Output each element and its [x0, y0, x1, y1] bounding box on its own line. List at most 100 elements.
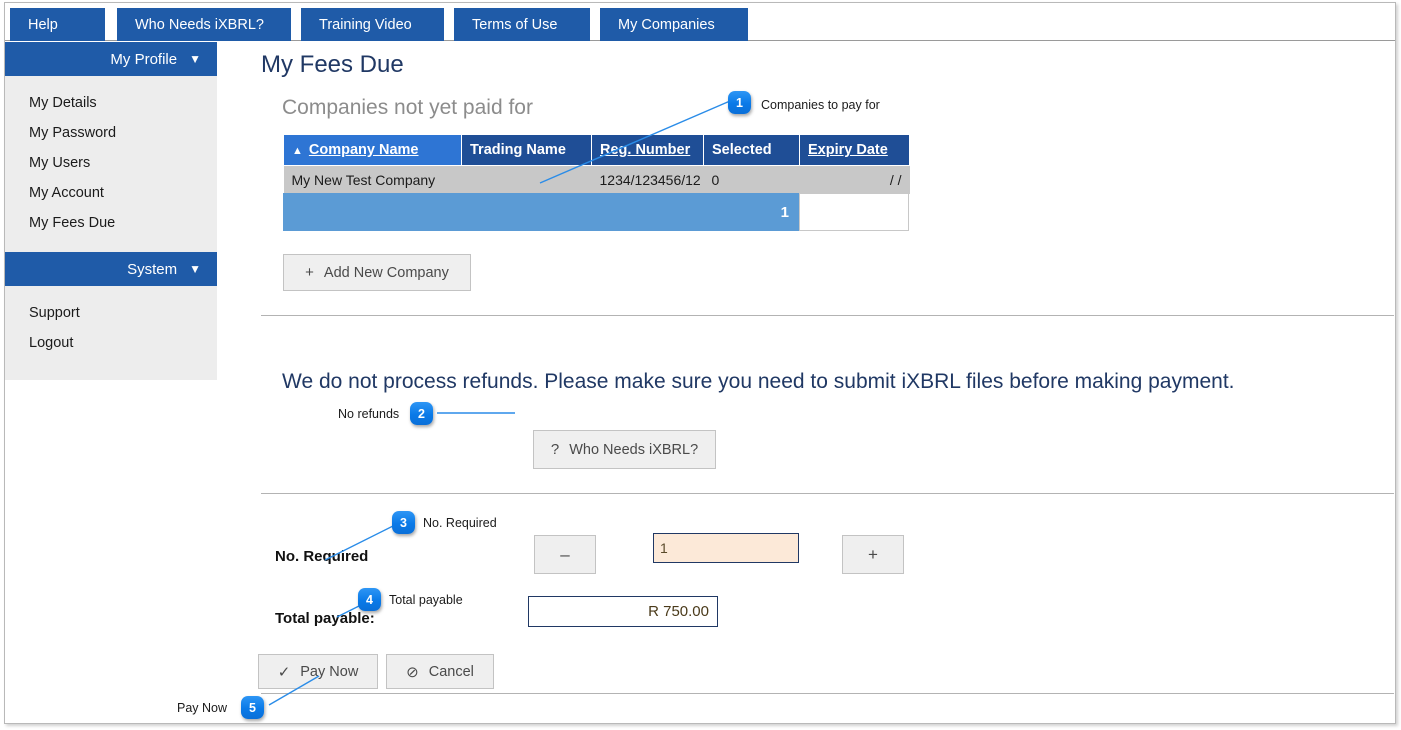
total-payable-value: R 750.00	[648, 603, 709, 620]
nav-tab-training-video[interactable]: Training Video	[301, 8, 444, 41]
sidebar-section-my-profile[interactable]: My Profile ▼	[5, 42, 217, 76]
chevron-down-icon: ▼	[189, 262, 201, 276]
table-footer-total-cell: 1	[283, 193, 799, 231]
column-header-label: Reg. Number	[600, 142, 691, 158]
cancel-label: Cancel	[428, 663, 474, 680]
callout-4-label: Total payable	[389, 593, 463, 607]
nav-tab-help[interactable]: Help	[10, 8, 105, 41]
sidebar-item-my-account[interactable]: My Account	[5, 178, 217, 208]
cell-company-name: My New Test Company	[283, 165, 462, 194]
column-header-label: Expiry Date	[808, 142, 888, 158]
column-header-trading-name[interactable]: Trading Name	[461, 134, 592, 166]
add-new-company-label: Add New Company	[323, 264, 449, 281]
cancel-button[interactable]: ⊘ Cancel	[386, 654, 494, 689]
column-header-company-name[interactable]: ▲ Company Name	[283, 134, 462, 166]
section-title: Companies not yet paid for	[282, 96, 533, 119]
companies-table: ▲ Company Name Trading Name Reg. Number S…	[283, 134, 910, 194]
pay-now-label: Pay Now	[300, 663, 359, 680]
cell-expiry-date: / /	[799, 165, 910, 194]
sidebar-item-label: Support	[29, 305, 80, 321]
callout-5-number: 5	[249, 700, 256, 715]
callout-5-badge: 5	[241, 696, 264, 719]
callout-2-label: No refunds	[338, 407, 400, 421]
main-content: My Fees Due Companies not yet paid for ▲…	[217, 42, 1395, 723]
quantity-input[interactable]: 1	[653, 533, 799, 563]
table-footer-row: 1	[283, 193, 909, 231]
nav-tab-who-needs-ixbrl[interactable]: Who Needs iXBRL?	[117, 8, 291, 41]
callout-3-badge: 3	[392, 511, 415, 534]
sidebar-group-system: Support Logout	[5, 286, 217, 380]
sidebar-item-my-password[interactable]: My Password	[5, 118, 217, 148]
sidebar-item-label: My Account	[29, 185, 104, 201]
callout-1-number: 1	[736, 95, 743, 110]
nav-tab-label: Terms of Use	[472, 16, 558, 33]
sidebar-item-label: My Password	[29, 125, 117, 141]
callout-5-label: Pay Now	[177, 701, 228, 715]
add-new-company-button[interactable]: + Add New Company	[283, 254, 471, 291]
nav-tab-my-companies[interactable]: My Companies	[600, 8, 748, 41]
top-navigation-bar: Help Who Needs iXBRL? Training Video Ter…	[5, 3, 1395, 41]
callout-3-label: No. Required	[423, 516, 497, 530]
column-header-reg-number[interactable]: Reg. Number	[591, 134, 704, 166]
cell-trading-name	[461, 165, 592, 194]
cell-selected: 0	[703, 165, 800, 194]
section-divider	[261, 315, 1394, 316]
decrement-quantity-button[interactable]: –	[534, 535, 596, 574]
sidebar: My Profile ▼ My Details My Password My U…	[5, 42, 217, 380]
nav-tab-label: Who Needs iXBRL?	[135, 16, 264, 33]
chevron-down-icon: ▼	[189, 52, 201, 66]
nav-tab-label: Training Video	[319, 16, 412, 33]
callout-1-label: Companies to pay for	[761, 98, 880, 112]
sidebar-item-label: My Users	[29, 155, 91, 171]
section-divider	[261, 693, 1394, 694]
cell-reg-number: 1234/123456/12	[591, 165, 704, 194]
nav-tab-terms-of-use[interactable]: Terms of Use	[454, 8, 590, 41]
who-needs-ixbrl-button[interactable]: ? Who Needs iXBRL?	[533, 430, 716, 469]
refund-notice: We do not process refunds. Please make s…	[282, 370, 1235, 393]
column-header-expiry-date[interactable]: Expiry Date	[799, 134, 910, 166]
column-header-label: Trading Name	[470, 142, 566, 158]
sidebar-section-label: My Profile	[110, 50, 178, 68]
sidebar-section-system[interactable]: System ▼	[5, 252, 217, 286]
callout-3-number: 3	[400, 515, 407, 530]
sidebar-item-label: Logout	[29, 335, 74, 351]
sidebar-item-label: My Details	[29, 95, 97, 111]
table-footer-empty-cell	[799, 193, 909, 231]
callout-1-badge: 1	[728, 91, 751, 114]
callout-2-number: 2	[418, 406, 425, 421]
pay-now-button[interactable]: ✓ Pay Now	[258, 654, 378, 689]
sidebar-item-label: My Fees Due	[29, 215, 116, 231]
callout-4-number: 4	[366, 592, 373, 607]
sidebar-item-my-details[interactable]: My Details	[5, 88, 217, 118]
page-title: My Fees Due	[261, 51, 404, 78]
total-payable-label: Total payable:	[275, 610, 375, 627]
sidebar-section-label: System	[127, 260, 178, 278]
who-needs-ixbrl-label: Who Needs iXBRL?	[569, 441, 699, 458]
sort-ascending-icon: ▲	[292, 145, 303, 157]
sidebar-item-my-users[interactable]: My Users	[5, 148, 217, 178]
quantity-value: 1	[660, 540, 668, 556]
nav-tab-label: My Companies	[618, 16, 715, 33]
application-window: Help Who Needs iXBRL? Training Video Ter…	[4, 2, 1396, 724]
sidebar-item-support[interactable]: Support	[5, 298, 217, 328]
column-header-selected[interactable]: Selected	[703, 134, 800, 166]
check-icon: ✓	[277, 663, 291, 681]
sidebar-group-my-profile: My Details My Password My Users My Accou…	[5, 76, 217, 252]
table-footer-total-value: 1	[780, 203, 789, 221]
plus-icon: +	[868, 544, 878, 564]
column-header-label: Selected	[712, 142, 772, 158]
callout-4-badge: 4	[358, 588, 381, 611]
table-header-row: ▲ Company Name Trading Name Reg. Number S…	[283, 134, 910, 166]
total-payable-field: R 750.00	[528, 596, 718, 627]
table-row[interactable]: My New Test Company 1234/123456/12 0 / /	[283, 165, 910, 194]
no-required-label: No. Required	[275, 548, 369, 565]
section-divider	[261, 493, 1394, 494]
increment-quantity-button[interactable]: +	[842, 535, 904, 574]
minus-icon: –	[560, 544, 570, 564]
nav-tab-label: Help	[28, 16, 58, 33]
cancel-icon: ⊘	[406, 663, 419, 681]
question-mark-icon: ?	[550, 441, 560, 458]
sidebar-item-my-fees-due[interactable]: My Fees Due	[5, 208, 217, 238]
sidebar-item-logout[interactable]: Logout	[5, 328, 217, 358]
callout-2-badge: 2	[410, 402, 433, 425]
